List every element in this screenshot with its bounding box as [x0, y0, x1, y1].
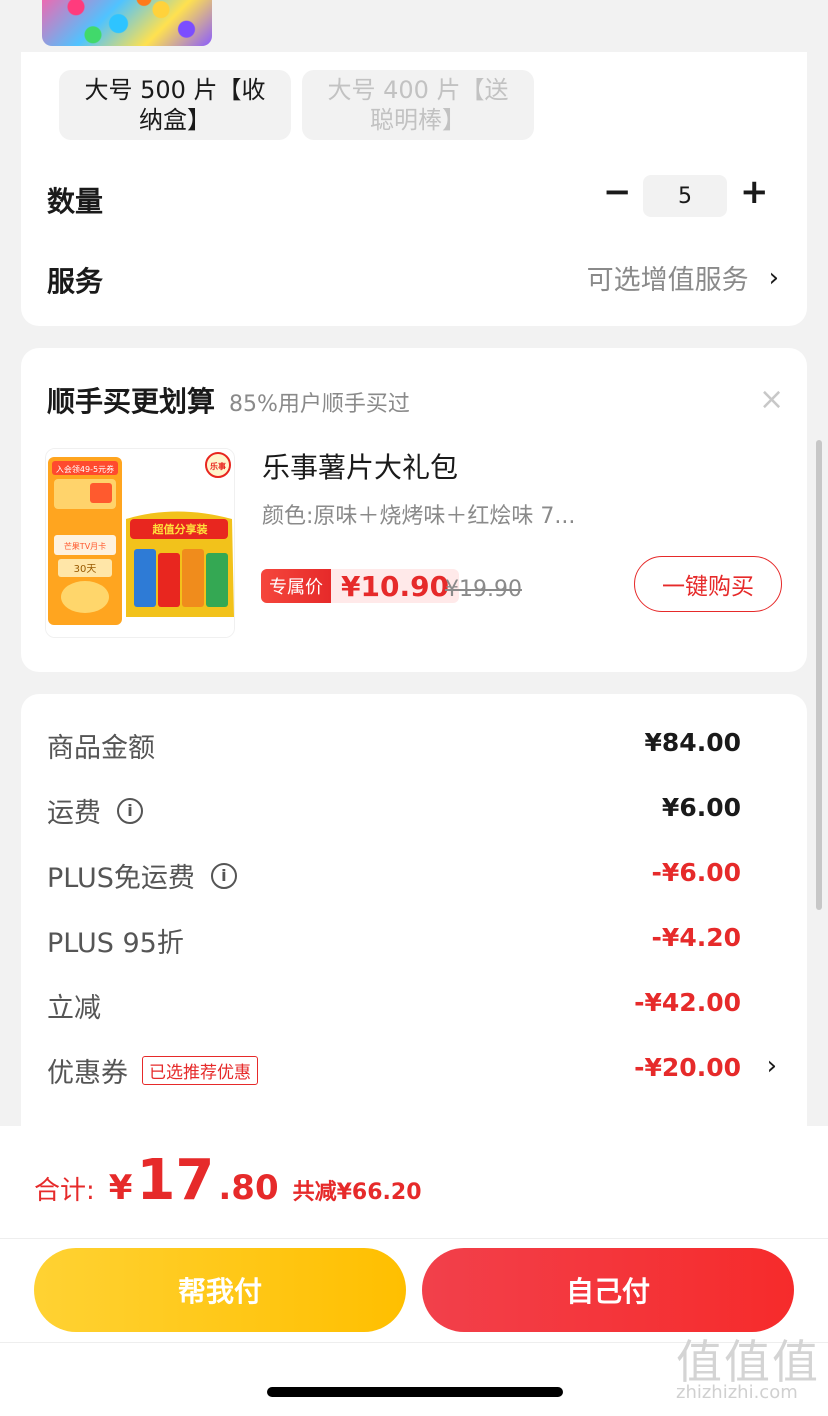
service-label: 服务 [47, 265, 104, 298]
quantity-plus-button[interactable]: + [740, 172, 769, 212]
promo-text: 入会领49-5元券 [56, 464, 114, 474]
spec-option-selected[interactable]: 大号 500 片【收纳盒】 [59, 70, 291, 140]
total-integer: 17 [136, 1148, 215, 1213]
help-pay-button[interactable]: 帮我付 [34, 1248, 406, 1332]
addon-product-name[interactable]: 乐事薯片大礼包 [262, 446, 458, 486]
chevron-right-icon[interactable]: › [767, 1051, 777, 1081]
quantity-value: 5 [678, 183, 692, 209]
service-value: 可选增值服务 [586, 265, 749, 296]
addon-title: 顺手买更划算 [47, 385, 216, 418]
divider [0, 1238, 828, 1239]
total-price: 合计: ¥ 17 .80 共减¥66.20 [34, 1148, 422, 1213]
self-pay-label: 自己付 [565, 1275, 650, 1308]
tv-card-text: 芒果TV月卡 [64, 541, 106, 551]
summary-label: 优惠券 [47, 1058, 128, 1089]
scrollbar[interactable] [816, 440, 822, 910]
total-decimal: .80 [218, 1168, 279, 1208]
product-thumbnail[interactable] [42, 0, 212, 46]
chips-pack-illustration: 入会领49-5元券 芒果TV月卡 30天 超值分享装 乐事 [46, 449, 234, 637]
checkout-bar: 合计: ¥ 17 .80 共减¥66.20 帮我付 自己付 值值值 zhizhi… [0, 1126, 828, 1416]
summary-value: -¥6.00 [651, 858, 741, 887]
quantity-minus-button[interactable]: − [603, 172, 632, 212]
addon-card: 顺手买更划算 85%用户顺手买过 × 入会领49-5元券 芒果TV月卡 30天 … [21, 348, 807, 672]
total-currency: ¥ [108, 1168, 133, 1208]
close-icon[interactable]: × [759, 382, 784, 417]
coupon-row[interactable]: 优惠券 已选推荐优惠 [47, 1051, 258, 1090]
service-selector[interactable]: 可选增值服务 › [587, 258, 779, 297]
summary-label: 运费 [47, 798, 101, 829]
spec-option-disabled[interactable]: 大号 400 片【送聪明棒】 [302, 70, 534, 140]
help-pay-label: 帮我付 [177, 1275, 262, 1308]
one-click-buy-button[interactable]: 一键购买 [634, 556, 782, 612]
spec-option-label: 大号 400 片【送聪明棒】 [327, 76, 509, 134]
info-icon[interactable]: i [117, 797, 143, 824]
spec-option-label: 大号 500 片【收纳盒】 [84, 76, 266, 134]
summary-label: PLUS 95折 [47, 928, 184, 959]
one-click-buy-label: 一键购买 [662, 574, 754, 600]
days-text: 30天 [74, 564, 97, 575]
summary-value: -¥42.00 [634, 988, 741, 1017]
watermark-url: zhizhizhi.com [676, 1382, 798, 1403]
options-card: 大号 500 片【收纳盒】 大号 400 片【送聪明棒】 数量 − 5 + 服务… [21, 52, 807, 326]
summary-value: -¥20.00 [634, 1053, 741, 1082]
summary-value: -¥4.20 [651, 923, 741, 952]
summary-value: ¥6.00 [661, 793, 741, 822]
bag-text: 超值分享装 [152, 522, 208, 536]
addon-old-price: ¥19.90 [445, 577, 522, 602]
addon-price-tag: 专属价 ¥10.90 [261, 569, 460, 603]
summary-value: ¥84.00 [644, 728, 741, 757]
self-pay-button[interactable]: 自己付 [422, 1248, 794, 1332]
brand-text: 乐事 [210, 461, 226, 471]
addon-price: ¥10.90 [341, 569, 450, 603]
addon-product-spec: 颜色:原味＋烧烤味＋红烩味 7... [262, 504, 576, 529]
total-saved: 共减¥66.20 [292, 1180, 422, 1205]
addon-subtitle: 85%用户顺手买过 [229, 392, 410, 417]
summary-label: PLUS免运费 [47, 863, 195, 894]
total-label: 合计: [34, 1176, 95, 1206]
quantity-label: 数量 [47, 185, 104, 218]
chevron-right-icon: › [768, 262, 779, 293]
coupon-tag: 已选推荐优惠 [142, 1056, 258, 1085]
exclusive-price-badge: 专属价 [261, 569, 331, 603]
quantity-input[interactable]: 5 [643, 175, 727, 217]
price-summary-card: 商品金额 ¥84.00 运费 i ¥6.00 PLUS免运费 i -¥6.00 … [21, 694, 807, 1154]
home-indicator[interactable] [267, 1387, 563, 1397]
info-icon[interactable]: i [210, 862, 237, 889]
summary-label: 立减 [47, 993, 101, 1024]
addon-product-image[interactable]: 入会领49-5元券 芒果TV月卡 30天 超值分享装 乐事 [45, 448, 235, 638]
summary-label: 商品金额 [47, 733, 155, 764]
